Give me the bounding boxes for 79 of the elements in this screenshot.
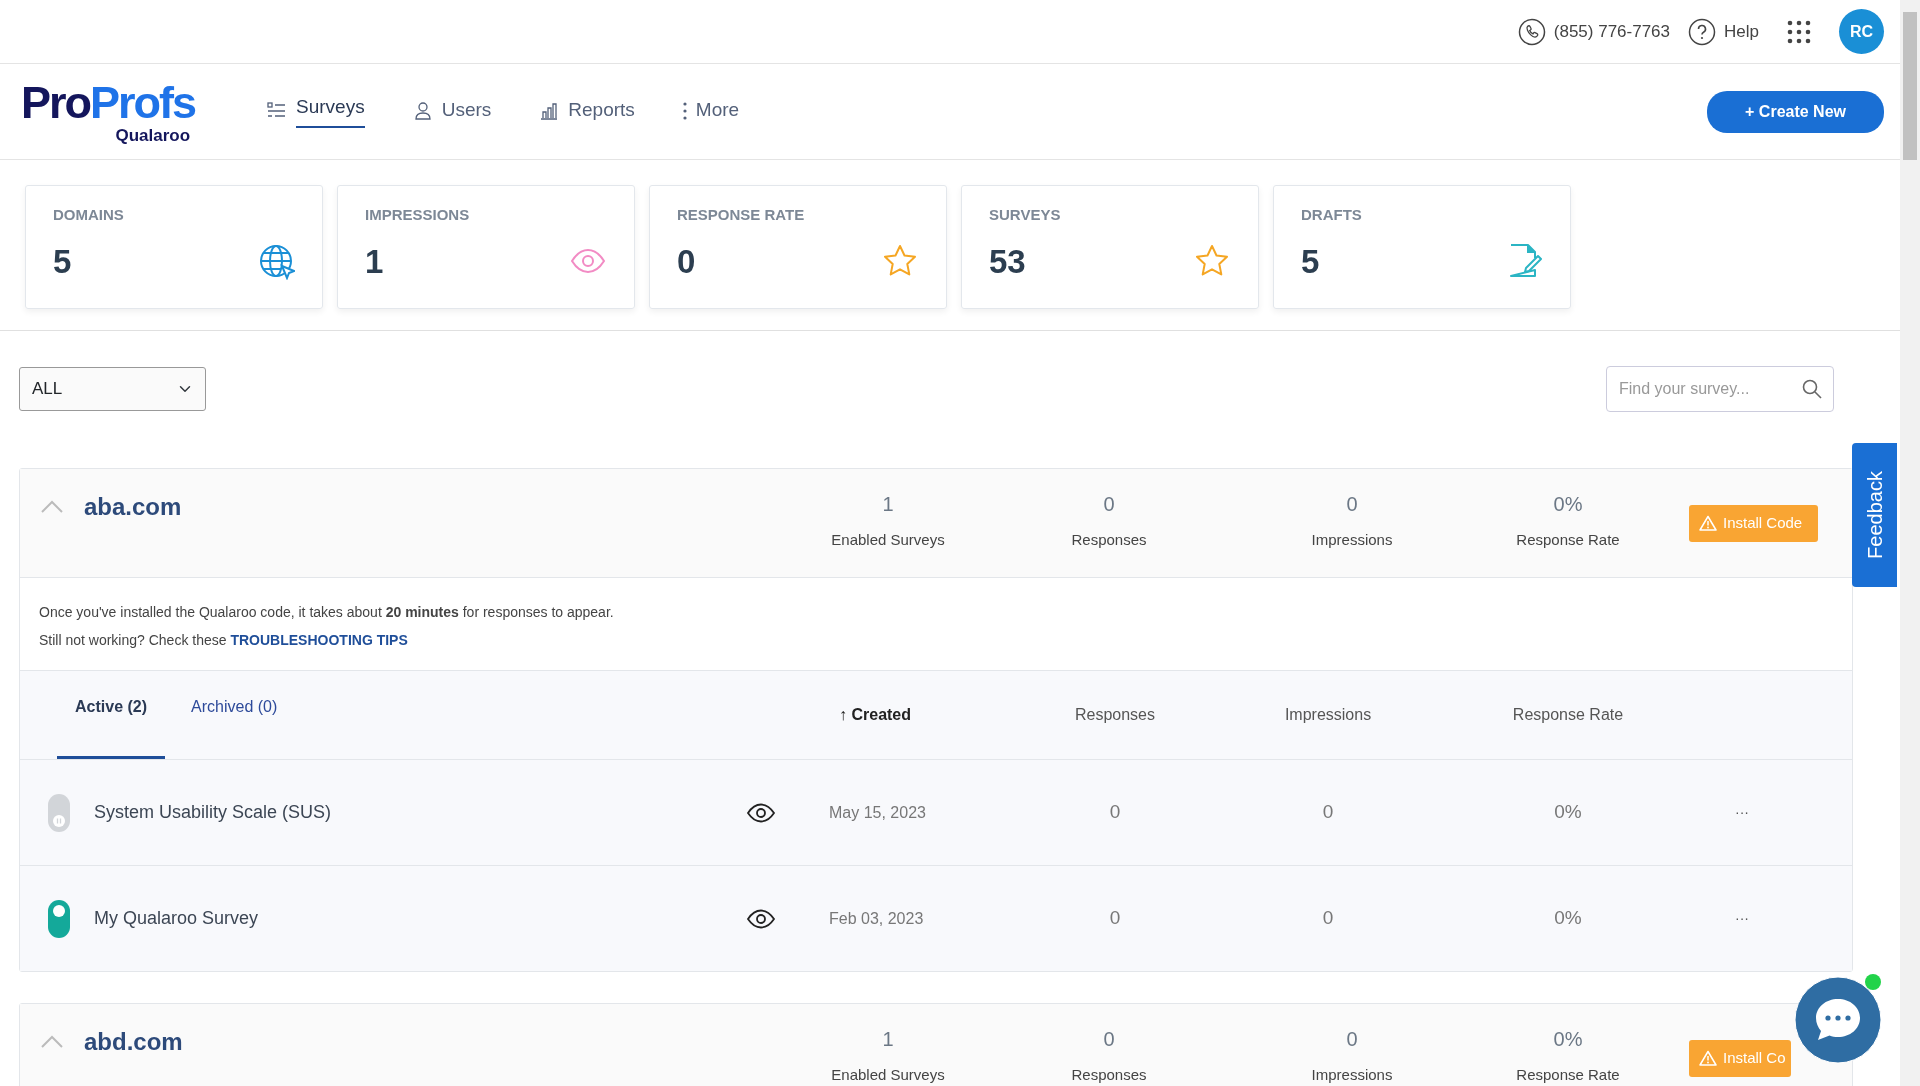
stat-value: 0% xyxy=(1553,1027,1583,1052)
nav-tab[interactable]: More xyxy=(682,90,740,133)
stat-value: 0 xyxy=(1103,492,1115,517)
toggle-switch[interactable] xyxy=(47,793,70,832)
notice-text: Once you've installed the Qualaroo code, it takes about 20 minutes for responses to appear. xyxy=(39,603,615,622)
stat-value: 0 xyxy=(677,241,696,282)
bar-chart-icon xyxy=(539,100,560,121)
stat-value: 0% xyxy=(1553,492,1583,517)
stat-value: 1 xyxy=(882,1027,894,1052)
stat-label: Enabled Surveys xyxy=(831,1065,945,1085)
stat-label: Response Rate xyxy=(1516,530,1620,550)
nav-tab[interactable]: Reports xyxy=(539,90,635,133)
stat-label: Enabled Surveys xyxy=(831,530,945,550)
eye-icon[interactable] xyxy=(746,908,776,929)
phone-icon xyxy=(1517,17,1546,46)
search-field[interactable]: Find your survey... xyxy=(1606,366,1834,412)
survey-name[interactable]: System Usability Scale (SUS) xyxy=(94,799,332,826)
stat-value: 1 xyxy=(365,241,384,282)
scrollbar-thumb[interactable] xyxy=(1903,12,1917,160)
nav-tab[interactable]: Surveys xyxy=(267,87,365,136)
stat-label: Responses xyxy=(1071,530,1147,550)
survey-name[interactable]: My Qualaroo Survey xyxy=(94,905,259,932)
apps-grid-icon[interactable] xyxy=(1787,19,1811,44)
column-header[interactable]: ↑ Created xyxy=(839,703,912,727)
table-cell-text: 0 xyxy=(1109,800,1121,825)
tab[interactable]: Archived (0) xyxy=(173,671,296,759)
logo-text[interactable]: ProProfs xyxy=(21,79,196,125)
created-date: May 15, 2023 xyxy=(829,802,926,823)
troubleshooting-link[interactable]: TROUBLESHOOTING TIPS xyxy=(230,632,408,648)
user-avatar[interactable]: RC xyxy=(1839,9,1884,54)
domain-name: aba.com xyxy=(84,492,182,522)
help-icon xyxy=(1688,17,1717,46)
more-options-button[interactable]: ··· xyxy=(1731,908,1753,929)
column-header: Response Rate xyxy=(1512,705,1624,725)
create-new-button[interactable]: + Create New xyxy=(1707,90,1884,133)
stat-value: 0 xyxy=(1346,492,1358,517)
table-cell-text: 0 xyxy=(1322,906,1334,931)
stat-label: IMPRESSIONS xyxy=(365,205,471,225)
stat-value: 1 xyxy=(882,492,894,517)
table-cell-text: 0% xyxy=(1554,800,1582,825)
nav-tab[interactable]: Users xyxy=(412,90,492,133)
domain-name: abd.com xyxy=(84,1027,183,1057)
user-icon xyxy=(412,100,433,121)
domain-filter-dropdown[interactable]: ALL xyxy=(19,367,206,411)
more-icon xyxy=(682,100,687,121)
stat-label: Impressions xyxy=(1311,530,1393,550)
stat-label: Impressions xyxy=(1311,1065,1393,1085)
table-cell-text: 0 xyxy=(1322,800,1334,825)
notice-text: Still not working? Check these TROUBLESHOOTING TIPS xyxy=(39,631,409,650)
warning-icon xyxy=(1699,1050,1717,1067)
table-cell-text: 0 xyxy=(1109,906,1121,931)
warning-icon xyxy=(1699,515,1717,532)
phone-number: (855) 776-7763 xyxy=(1553,20,1671,43)
product-name: Qualaroo xyxy=(115,126,191,144)
chevron-up-icon[interactable] xyxy=(40,1034,64,1049)
table-cell-text: 0% xyxy=(1554,906,1582,931)
stat-label: Response Rate xyxy=(1516,1065,1620,1085)
chevron-up-icon[interactable] xyxy=(40,499,64,514)
feedback-tab[interactable]: Feedback xyxy=(1852,443,1897,587)
stat-label: RESPONSE RATE xyxy=(677,205,806,225)
more-options-button[interactable]: ··· xyxy=(1731,802,1753,823)
help-link[interactable]: Help xyxy=(1688,17,1759,46)
stat-value: 0 xyxy=(1103,1027,1115,1052)
stat-value: 53 xyxy=(989,241,1026,282)
stat-label: Responses xyxy=(1071,1065,1147,1085)
stat-value: 0 xyxy=(1346,1027,1358,1052)
toggle-switch[interactable] xyxy=(47,899,70,938)
scrollbar[interactable] xyxy=(1900,0,1920,1086)
eye-icon[interactable] xyxy=(746,802,776,823)
stat-label: DRAFTS xyxy=(1301,205,1363,225)
column-header: Responses xyxy=(1074,705,1155,725)
globe-icon xyxy=(257,242,295,281)
stat-value: 5 xyxy=(1301,241,1320,282)
stat-label: SURVEYS xyxy=(989,205,1062,225)
stat-label: DOMAINS xyxy=(53,205,125,225)
stat-value: 5 xyxy=(53,241,72,282)
column-header: Impressions xyxy=(1284,705,1372,725)
search-icon xyxy=(1802,379,1822,399)
created-date: Feb 03, 2023 xyxy=(829,908,924,929)
